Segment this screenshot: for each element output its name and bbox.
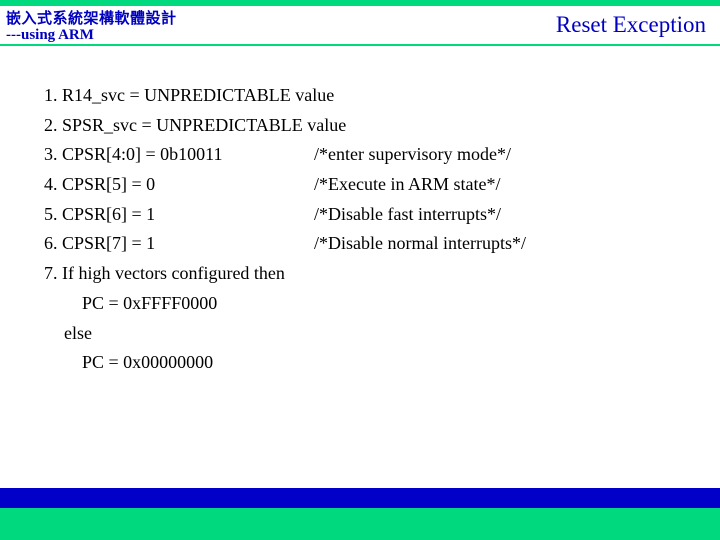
header-title-cn: 嵌入式系統架構軟體設計 <box>6 7 177 28</box>
content-line-2: 2. SPSR_svc = UNPREDICTABLE value <box>44 111 720 141</box>
content-line-1: 1. R14_svc = UNPREDICTABLE value <box>44 81 720 111</box>
content-line-9: else <box>44 319 720 349</box>
content-line-7: 7. If high vectors configured then <box>44 259 720 289</box>
line-left: 6. CPSR[7] = 1 <box>44 229 314 259</box>
line-right: /*Disable fast interrupts*/ <box>314 200 501 230</box>
line-text: 2. SPSR_svc = UNPREDICTABLE value <box>44 111 346 141</box>
line-left: 5. CPSR[6] = 1 <box>44 200 314 230</box>
content-line-6: 6. CPSR[7] = 1 /*Disable normal interrup… <box>44 229 720 259</box>
header-row: 嵌入式系統架構軟體設計 ---using ARM Reset Exception <box>0 6 720 44</box>
line-right: /*Disable normal interrupts*/ <box>314 229 526 259</box>
line-left: 4. CPSR[5] = 0 <box>44 170 314 200</box>
content-line-10: PC = 0x00000000 <box>44 348 720 378</box>
header-left: 嵌入式系統架構軟體設計 ---using ARM <box>6 7 177 44</box>
line-text: 1. R14_svc = UNPREDICTABLE value <box>44 81 334 111</box>
line-left: 3. CPSR[4:0] = 0b10011 <box>44 140 314 170</box>
header-title-right: Reset Exception <box>556 12 706 38</box>
line-text: PC = 0x00000000 <box>82 348 213 378</box>
content-area: 1. R14_svc = UNPREDICTABLE value 2. SPSR… <box>0 46 720 378</box>
header-title-en: ---using ARM <box>6 27 177 44</box>
content-line-3: 3. CPSR[4:0] = 0b10011 /*enter superviso… <box>44 140 720 170</box>
content-line-5: 5. CPSR[6] = 1 /*Disable fast interrupts… <box>44 200 720 230</box>
line-right: /*Execute in ARM state*/ <box>314 170 500 200</box>
line-text: else <box>64 319 92 349</box>
line-right: /*enter supervisory mode*/ <box>314 140 511 170</box>
content-line-8: PC = 0xFFFF0000 <box>44 289 720 319</box>
footer-stripe <box>0 488 720 508</box>
footer-bar <box>0 508 720 540</box>
content-line-4: 4. CPSR[5] = 0 /*Execute in ARM state*/ <box>44 170 720 200</box>
line-text: 7. If high vectors configured then <box>44 259 285 289</box>
line-text: PC = 0xFFFF0000 <box>82 289 217 319</box>
